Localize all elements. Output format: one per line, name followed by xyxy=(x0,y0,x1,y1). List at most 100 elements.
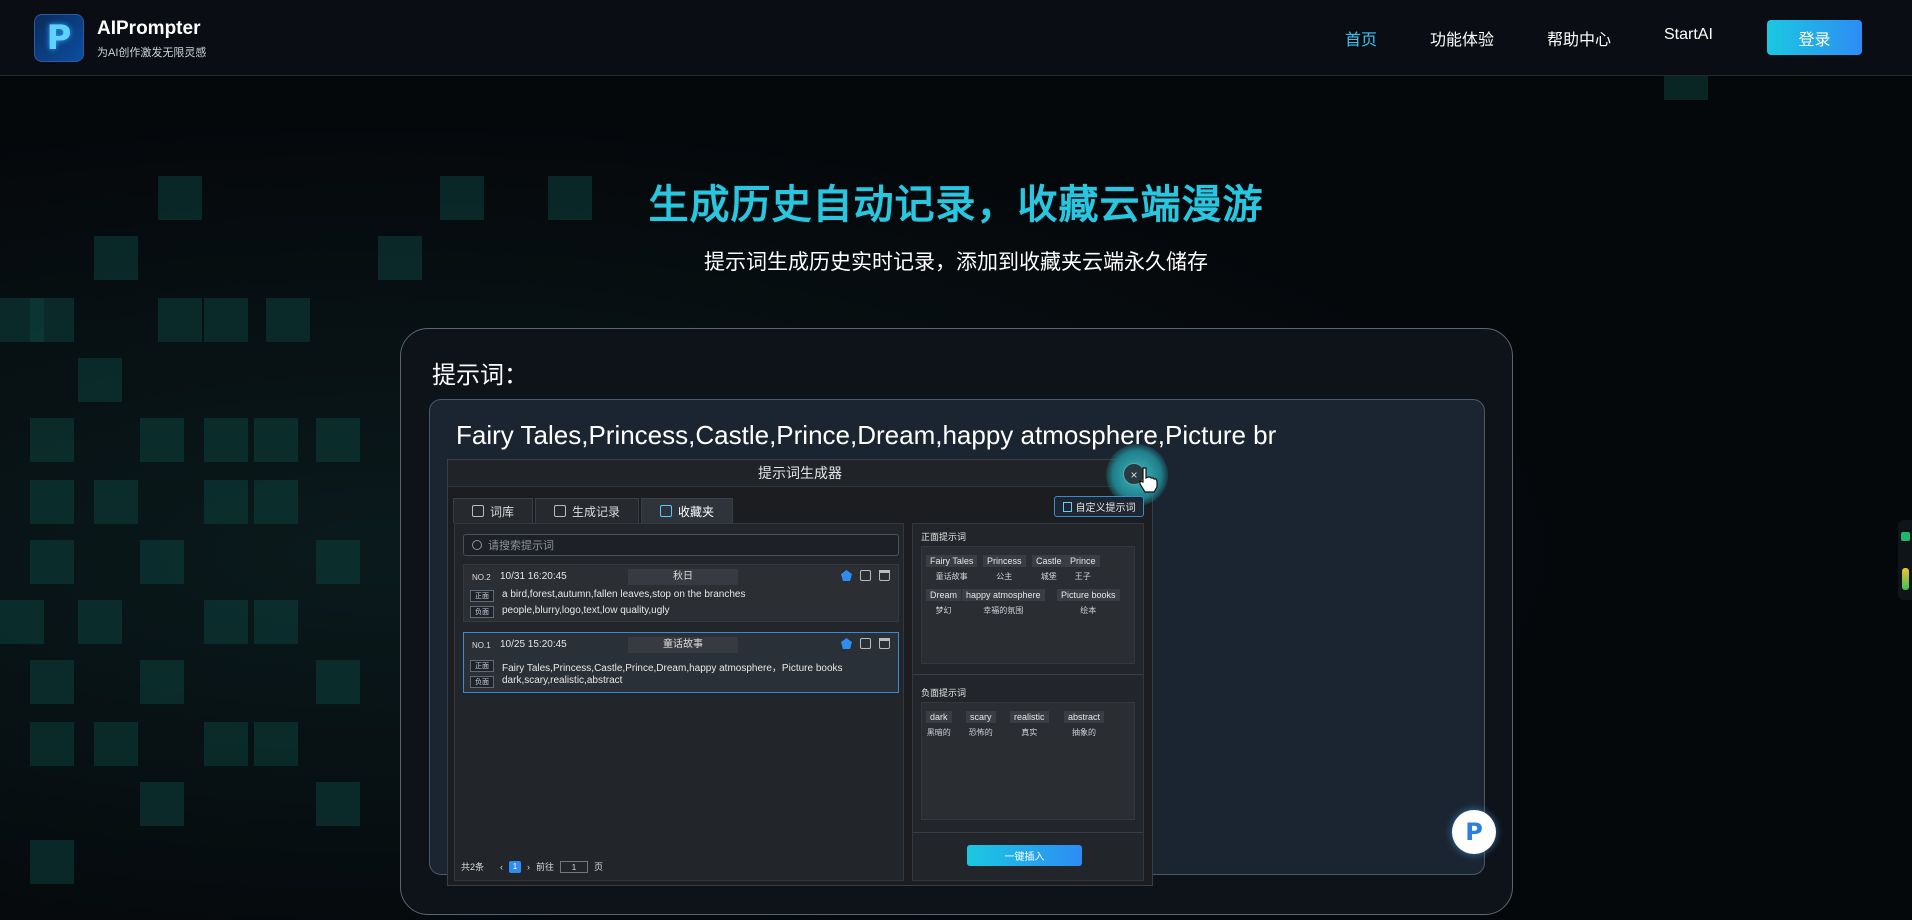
prompt-chip[interactable]: Picture books 绘本 xyxy=(1057,585,1120,616)
nav-home[interactable]: 首页 xyxy=(1345,26,1377,50)
record-actions xyxy=(841,570,890,581)
tab-library[interactable]: 词库 xyxy=(453,498,534,523)
prompt-chip[interactable]: Prince 王子 xyxy=(1066,551,1100,582)
record-item-selected[interactable]: NO.1 10/25 15:20:45 童话故事 正面 Fairy Tales,… xyxy=(463,632,899,693)
page-suffix: 页 xyxy=(594,862,604,872)
prompt-chip[interactable]: realistic 真实 xyxy=(1010,707,1049,738)
prompt-text: Fairy Tales,Princess,Castle,Prince,Dream… xyxy=(456,420,1277,450)
chip-zh: 幸福的氛围 xyxy=(983,606,1024,615)
chip-en: happy atmosphere xyxy=(962,589,1045,601)
delete-icon[interactable] xyxy=(879,638,890,649)
custom-prompt-label: 自定义提示词 xyxy=(1075,503,1136,514)
prompt-chip[interactable]: Princess 公主 xyxy=(983,551,1026,582)
shield-icon xyxy=(1901,532,1910,541)
nav-startai[interactable]: StartAI xyxy=(1664,26,1713,44)
section-divider xyxy=(913,832,1143,833)
chip-en: Princess xyxy=(983,555,1026,567)
total-count: 共2条 xyxy=(461,862,485,872)
search-placeholder: 请搜索提示词 xyxy=(488,540,554,552)
custom-prompt-button[interactable]: 自定义提示词 xyxy=(1054,496,1144,517)
record-negative: people,blurry,logo,text,low quality,ugly xyxy=(502,605,670,616)
next-page-icon[interactable]: › xyxy=(527,862,530,872)
history-icon xyxy=(554,505,567,517)
chip-zh: 黑暗的 xyxy=(926,728,951,737)
hero-title: 生成历史自动记录，收藏云端漫游 xyxy=(648,183,1264,227)
favorites-list-pane: 请搜索提示词 NO.2 10/31 16:20:45 秋日 正面 a bird,… xyxy=(454,523,904,881)
record-number: NO.2 xyxy=(472,573,491,582)
insert-button[interactable]: 一键插入 xyxy=(967,845,1082,866)
copy-icon[interactable] xyxy=(860,570,871,581)
tab-history-label: 生成记录 xyxy=(572,504,621,519)
generator-tabs: 词库 生成记录 收藏夹 xyxy=(453,498,735,523)
favorite-icon[interactable] xyxy=(841,570,852,581)
chip-zh: 城堡 xyxy=(1040,572,1057,581)
logo-p-icon: P xyxy=(46,18,72,58)
chip-zh: 绘本 xyxy=(1080,606,1097,615)
prompt-detail-pane: 正面提示词 Fairy Tales 童话故事 Princess 公主 Castle 城… xyxy=(912,523,1144,881)
current-page[interactable]: 1 xyxy=(509,860,522,873)
page: P AIPrompter 为AI创作激发无限灵感 首页 功能体验 帮助中心 St… xyxy=(0,0,1912,920)
tab-history[interactable]: 生成记录 xyxy=(535,498,640,523)
record-number: NO.1 xyxy=(472,641,491,650)
hero-subtitle: 提示词生成历史实时记录，添加到收藏夹云端永久储存 xyxy=(704,251,1208,274)
chip-zh: 抽象的 xyxy=(1072,728,1096,737)
positive-tag: 正面 xyxy=(470,660,494,672)
floating-logo-button[interactable]: P xyxy=(1452,810,1496,854)
record-name[interactable]: 秋日 xyxy=(628,569,738,585)
prompt-chip[interactable]: scary 恐怖的 xyxy=(966,707,996,738)
prompt-chip[interactable]: dark 黑暗的 xyxy=(926,707,952,738)
brand-logo[interactable]: P xyxy=(34,14,84,62)
book-icon xyxy=(472,505,484,517)
positive-tag: 正面 xyxy=(470,590,494,602)
chip-en: Prince xyxy=(1066,555,1100,567)
record-negative: dark,scary,realistic,abstract xyxy=(502,675,623,686)
chip-zh: 公主 xyxy=(996,572,1013,581)
status-bar-icon xyxy=(1902,568,1909,590)
prompt-chip[interactable]: happy atmosphere 幸福的氛围 xyxy=(962,585,1045,616)
delete-icon[interactable] xyxy=(879,570,890,581)
chip-en: scary xyxy=(966,711,996,723)
chip-zh: 童话故事 xyxy=(935,572,968,581)
search-icon xyxy=(472,540,482,550)
record-positive: Fairy Tales,Princess,Castle,Prince,Dream… xyxy=(502,663,843,674)
prompt-chip[interactable]: Fairy Tales 童话故事 xyxy=(926,551,978,582)
side-edge-widget[interactable] xyxy=(1898,520,1912,600)
copy-icon[interactable] xyxy=(860,638,871,649)
record-time: 10/25 15:20:45 xyxy=(500,639,567,650)
search-input[interactable]: 请搜索提示词 xyxy=(463,534,899,556)
chip-en: dark xyxy=(926,711,952,723)
brand-name: AIPrompter xyxy=(97,18,201,39)
hand-cursor-icon xyxy=(1139,467,1158,493)
tab-favorites[interactable]: 收藏夹 xyxy=(641,498,734,523)
negative-tag: 负面 xyxy=(470,606,494,618)
chip-en: realistic xyxy=(1010,711,1049,723)
prompt-chip[interactable]: abstract 抽象的 xyxy=(1064,707,1105,738)
chip-zh: 梦幻 xyxy=(935,606,952,615)
goto-page-input[interactable]: 1 xyxy=(560,860,589,873)
pagination: 共2条 ‹ 1 › 前往 1 页 xyxy=(461,860,603,873)
prompt-label: 提示词： xyxy=(432,362,528,389)
generator-title: 提示词生成器 xyxy=(448,460,1152,487)
top-navbar: P AIPrompter 为AI创作激发无限灵感 首页 功能体验 帮助中心 St… xyxy=(0,0,1912,76)
nav-features[interactable]: 功能体验 xyxy=(1430,26,1494,50)
prev-page-icon[interactable]: ‹ xyxy=(500,862,503,872)
chip-en: abstract xyxy=(1064,711,1105,723)
record-positive: a bird,forest,autumn,fallen leaves,stop … xyxy=(502,589,746,600)
chip-zh: 恐怖的 xyxy=(968,728,993,737)
record-item[interactable]: NO.2 10/31 16:20:45 秋日 正面 a bird,forest,… xyxy=(463,564,899,622)
record-name[interactable]: 童话故事 xyxy=(628,637,738,653)
favorite-icon[interactable] xyxy=(841,638,852,649)
record-actions xyxy=(841,638,890,649)
prompt-chip[interactable]: Dream 梦幻 xyxy=(926,585,962,616)
tab-library-label: 词库 xyxy=(490,504,515,519)
edit-icon xyxy=(1062,501,1072,512)
tab-favorites-label: 收藏夹 xyxy=(678,504,715,519)
negative-chip-area: dark 黑暗的 scary 恐怖的 realistic 真实 abstract 抽象的 xyxy=(921,702,1135,820)
negative-prompt-title: 负面提示词 xyxy=(921,688,967,698)
record-time: 10/31 16:20:45 xyxy=(500,571,567,582)
positive-chip-area: Fairy Tales 童话故事 Princess 公主 Castle 城堡 Prin… xyxy=(921,546,1135,664)
prompt-chip[interactable]: Castle 城堡 xyxy=(1032,551,1066,582)
chip-en: Picture books xyxy=(1057,589,1120,601)
login-button[interactable]: 登录 xyxy=(1767,20,1862,55)
nav-help[interactable]: 帮助中心 xyxy=(1547,26,1611,50)
